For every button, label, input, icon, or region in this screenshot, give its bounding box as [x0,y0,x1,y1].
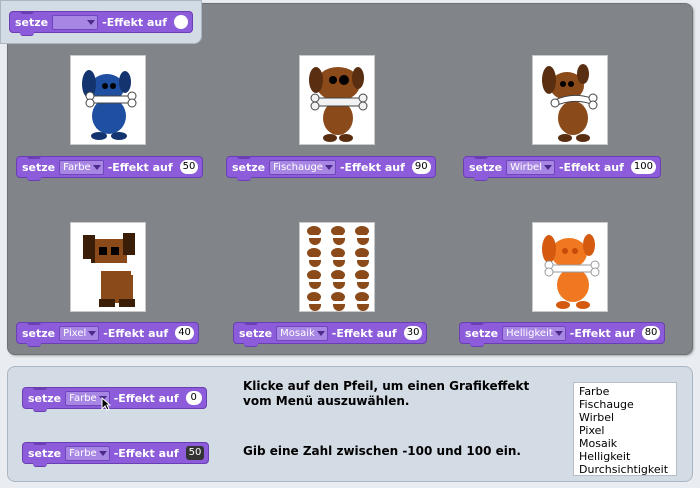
help-block-dropdown[interactable]: setze Farbe -Effekt auf 0 [22,387,207,412]
menu-item-fischauge[interactable]: Fischauge [579,398,671,411]
value-input[interactable]: 30 [403,326,423,340]
value-input[interactable]: 90 [411,160,431,174]
block-effect-label: -Effekt auf [113,446,179,460]
effect-dropdown[interactable]: Wirbel [506,159,555,175]
mosaic-tile [331,270,346,289]
menu-item-helligkeit[interactable]: Helligkeit [579,450,671,463]
menu-item-pixel[interactable]: Pixel [579,424,671,437]
instruction-number: Gib eine Zahl zwischen -100 und 100 ein. [243,444,521,458]
block-set-label: setze [465,326,499,340]
chevron-down-icon [324,164,333,170]
set-effect-block-mosaic[interactable]: setze Mosaik -Effekt auf 30 [233,322,428,347]
effect-dropdown[interactable]: Pixel [59,325,100,341]
mosaic-tile [307,270,322,289]
mosaic-tile [355,292,370,311]
block-effect-label: -Effekt auf [569,326,635,340]
mosaic-tile [355,226,370,245]
set-effect-block-whirl[interactable]: setze Wirbel -Effekt auf 100 [463,156,661,181]
block-effect-label: -Effekt auf [113,391,179,405]
dog-whirl-image [542,64,598,142]
block-set-label: setze [28,446,62,460]
set-effect-block-fisheye[interactable]: setze Fischauge -Effekt auf 90 [226,156,436,181]
block-effect-label: -Effekt auf [102,15,168,29]
dog-bright-image [542,234,600,309]
chevron-down-icon [543,164,552,170]
effect-dropdown[interactable]: Fischauge [269,159,336,175]
menu-item-mosaik[interactable]: Mosaik [579,437,671,450]
block-effect-label: -Effekt auf [103,326,169,340]
block-effect-label: -Effekt auf [331,326,397,340]
set-effect-block-pixel[interactable]: setze Pixel -Effekt auf 40 [16,322,199,347]
chevron-down-icon [92,164,101,170]
help-block-number[interactable]: setze Farbe -Effekt auf 50 [22,442,210,467]
mosaic-tile [307,248,322,267]
mosaic-tile [331,292,346,311]
effect-dropdown[interactable] [52,14,99,30]
chevron-down-icon [88,330,97,336]
set-effect-block-top[interactable]: setze -Effekt auf [9,11,194,36]
value-input[interactable]: 80 [641,326,661,340]
dog-pixel-image [83,233,139,307]
mosaic-tile [331,226,346,245]
mouse-pointer-icon [101,397,111,411]
set-effect-block-color[interactable]: setze Farbe -Effekt auf 50 [16,156,204,181]
dog-fisheye-image [309,67,368,142]
block-set-label: setze [22,160,56,174]
dog-mosaic-image [307,226,370,311]
sprite-pixel-effect [70,222,146,312]
sprite-whirl-effect [532,55,608,145]
block-set-label: setze [232,160,266,174]
effect-dropdown[interactable]: Farbe [65,445,110,461]
mosaic-tile [331,248,346,267]
sprite-fisheye-effect [299,55,375,145]
sprite-mosaic-effect [299,222,375,312]
top-block-palette: setze -Effekt auf [0,0,202,44]
effect-dropdown[interactable]: Helligkeit [502,325,566,341]
dog-blue-image [82,70,137,140]
menu-item-wirbel[interactable]: Wirbel [579,411,671,424]
menu-item-farbe[interactable]: Farbe [579,385,671,398]
mosaic-tile [355,270,370,289]
block-set-label: setze [469,160,503,174]
chevron-down-icon [316,330,325,336]
effect-dropdown[interactable]: Mosaik [276,325,328,341]
mosaic-tile [307,292,322,311]
effect-dropdown[interactable]: Farbe [59,159,104,175]
effect-menu: Farbe Fischauge Wirbel Pixel Mosaik Hell… [573,382,677,476]
value-input[interactable]: 50 [185,446,205,460]
value-input[interactable]: 40 [175,326,194,340]
value-input[interactable]: 100 [630,160,656,174]
sprite-color-effect [70,55,146,145]
block-set-label: setze [15,15,49,29]
mosaic-tile [307,226,322,245]
block-effect-label: -Effekt auf [339,160,405,174]
block-set-label: setze [22,326,56,340]
set-effect-block-brightness[interactable]: setze Helligkeit -Effekt auf 80 [459,322,666,347]
chevron-down-icon [87,19,96,25]
block-effect-label: -Effekt auf [558,160,624,174]
chevron-down-icon [554,330,563,336]
sprite-brightness-effect [532,222,608,312]
value-input[interactable]: 50 [179,160,199,174]
block-set-label: setze [28,391,62,405]
mosaic-tile [355,248,370,267]
menu-item-durchsichtigkeit[interactable]: Durchsichtigkeit [579,463,671,476]
instruction-dropdown: Klicke auf den Pfeil, um einen Grafikeff… [243,379,530,408]
chevron-down-icon [98,450,107,456]
block-effect-label: -Effekt auf [107,160,173,174]
value-input[interactable] [174,15,189,29]
block-set-label: setze [239,326,273,340]
value-input[interactable]: 0 [185,391,202,405]
